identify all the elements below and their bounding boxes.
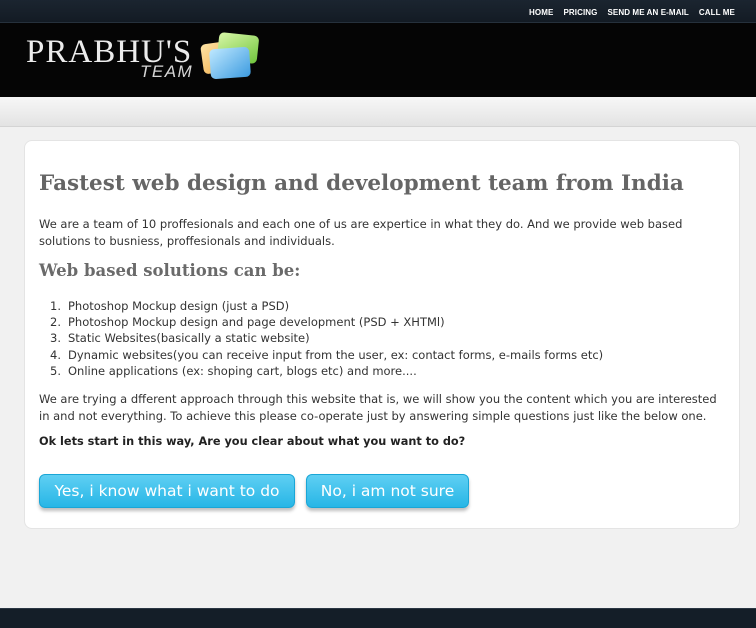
page-title: Fastest web design and development team … [39,171,684,196]
footer [0,608,756,628]
header: PRABHU'S TEAM [0,23,756,97]
approach-paragraph: We are trying a dfferent approach throug… [39,392,717,423]
nav-call-link[interactable]: CALL ME [699,8,735,17]
nav-email-link[interactable]: SEND ME AN E-MAIL [607,8,688,17]
yes-button[interactable]: Yes, i know what i want to do [39,474,295,508]
list-item: 2. Photoshop Mockup design and page devel… [50,315,445,330]
intro-paragraph: We are a team of 10 proffesionals and ea… [39,217,683,248]
solutions-heading: Web based solutions can be: [39,261,301,280]
list-item: 1. Photoshop Mockup design (just a PSD) [50,299,290,313]
nav-home-link[interactable]: HOME [529,8,553,17]
nav-menu: HOME PRICING SEND ME AN E-MAIL CALL ME [519,8,735,17]
nav-pricing-link[interactable]: PRICING [563,8,597,17]
top-nav: HOME PRICING SEND ME AN E-MAIL CALL ME [0,0,756,23]
list-item: 5. Online applications (ex: shoping cart,… [50,363,417,378]
logo-subtext: TEAM [140,62,194,81]
question-text: Ok lets start in this way, Are you clear… [39,435,466,448]
solutions-list: 1. Photoshop Mockup design (just a PSD) 2… [50,298,710,379]
logo-cards-icon [200,32,259,80]
header-band [0,97,756,127]
list-item: 4. Dynamic websites(you can receive input… [50,347,604,362]
content-panel: Fastest web design and development team … [24,140,740,529]
no-button[interactable]: No, i am not sure [306,474,469,508]
list-item: 3. Static Websites(basically a static web… [50,331,310,346]
logo[interactable]: PRABHU'S TEAM [26,30,266,90]
